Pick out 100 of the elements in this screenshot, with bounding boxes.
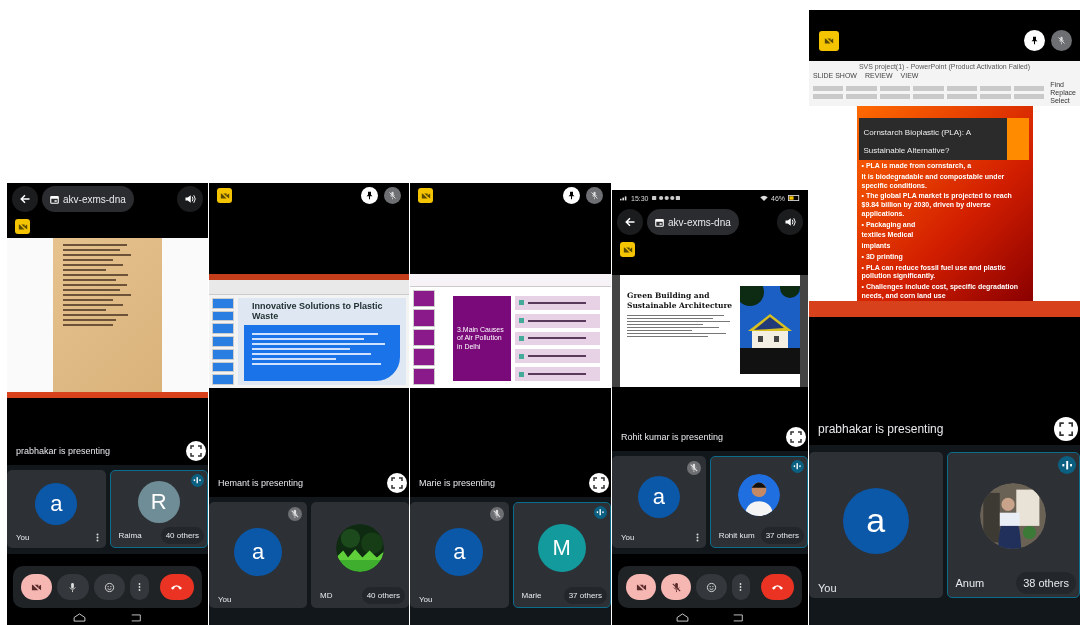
back-arrow-icon	[624, 216, 636, 228]
participant-name: Marie	[521, 591, 542, 600]
others-count[interactable]: 40 others	[160, 527, 204, 544]
speaking-icon	[791, 460, 804, 473]
fullscreen-button[interactable]	[589, 473, 609, 493]
camera-off-icon	[31, 581, 43, 593]
end-call-button[interactable]	[159, 574, 194, 600]
participant-tile[interactable]: R Raima 40 others	[109, 470, 208, 548]
fullscreen-button[interactable]	[186, 441, 206, 461]
smiley-icon	[103, 581, 115, 593]
speaking-icon	[594, 506, 607, 519]
pin-button[interactable]	[563, 187, 580, 204]
participant-tile[interactable]: a You	[410, 502, 509, 608]
slide-title: Cornstarch Bioplastic (PLA): A Sustainable Alternative?	[863, 128, 971, 155]
participant-name: MD	[320, 591, 333, 600]
participant-name: Raima	[118, 531, 142, 540]
home-icon	[73, 613, 86, 622]
presenter-label: prabhakar is presenting	[16, 446, 112, 456]
participant-tile[interactable]: a You	[209, 502, 307, 608]
notification-icons	[651, 195, 680, 201]
smiley-icon	[706, 581, 718, 593]
avatar: a	[637, 475, 680, 518]
fullscreen-icon	[1058, 421, 1074, 437]
meeting-code-button[interactable]: akv-exms-dna	[42, 186, 134, 212]
back-icon	[129, 613, 142, 622]
speaking-icon	[191, 474, 204, 487]
speaking-icon	[1058, 456, 1076, 474]
back-arrow-icon	[19, 193, 31, 205]
participant-name: You	[818, 582, 837, 594]
more-vert-icon	[96, 532, 99, 542]
microphone-button[interactable]	[57, 574, 89, 600]
fullscreen-icon	[790, 431, 802, 443]
speaker-icon	[784, 216, 796, 228]
presenter-label: Marie is presenting	[419, 478, 497, 488]
avatar: a	[435, 528, 484, 576]
participant-tile[interactable]: a You	[612, 456, 706, 548]
pin-button[interactable]	[1024, 30, 1045, 51]
participant-name: You	[218, 595, 232, 604]
camera-off-icon	[620, 242, 635, 257]
speaker-icon	[184, 193, 196, 205]
back-button[interactable]	[12, 186, 38, 212]
camera-off-icon	[217, 188, 232, 203]
camera-off-icon	[819, 30, 839, 51]
fullscreen-icon	[391, 477, 403, 489]
participant-tile[interactable]: MD 40 others	[311, 502, 409, 608]
meeting-code-button[interactable]: akv-exms-dna	[647, 209, 739, 235]
back-icon	[732, 613, 744, 622]
wifi-icon	[760, 195, 768, 201]
speaker-button[interactable]	[177, 186, 203, 212]
speaker-button[interactable]	[777, 209, 803, 235]
phone-hangup-icon	[170, 583, 184, 591]
more-vert-icon	[739, 582, 743, 592]
fullscreen-button[interactable]	[1054, 417, 1078, 441]
phone-hangup-icon	[770, 583, 784, 591]
participant-tile[interactable]: a You	[809, 452, 943, 598]
participant-tile[interactable]: Anum 38 others	[946, 452, 1080, 598]
emoji-button[interactable]	[696, 574, 727, 600]
participant-name: You	[16, 532, 30, 542]
participant-name: You	[419, 595, 433, 604]
signal-icon	[620, 195, 628, 201]
calendar-icon	[50, 194, 59, 204]
camera-off-button[interactable]	[626, 574, 657, 600]
others-count[interactable]: 38 others	[1016, 572, 1076, 594]
microphone-button[interactable]	[661, 574, 692, 600]
participant-tile[interactable]: M Marie 37 others	[512, 502, 611, 608]
camera-off-icon	[15, 219, 30, 234]
end-call-button[interactable]	[760, 574, 794, 600]
avatar: a	[234, 528, 282, 576]
microphone-icon	[670, 581, 682, 593]
participant-name: You	[621, 532, 635, 542]
presenter-label: Rohit kumar is presenting	[621, 432, 725, 442]
accent-block	[1006, 118, 1029, 160]
presenter-label: prabhakar is presenting	[818, 422, 945, 436]
back-button[interactable]	[617, 209, 643, 235]
slide-title: Innovative Solutions to Plastic Waste	[251, 302, 384, 322]
avatar: R	[137, 481, 180, 523]
pin-icon	[365, 191, 374, 200]
mic-off-icon	[384, 187, 401, 204]
others-count[interactable]: 37 others	[760, 527, 804, 544]
avatar: a	[842, 487, 909, 554]
home-button[interactable]	[674, 612, 690, 623]
participant-tile[interactable]: Rohit kum 37 others	[709, 456, 808, 548]
camera-off-button[interactable]	[21, 574, 53, 600]
pin-icon	[1030, 36, 1039, 45]
calendar-icon	[655, 217, 664, 227]
others-count[interactable]: 37 others	[563, 587, 607, 604]
fullscreen-button[interactable]	[786, 427, 806, 447]
participant-name: Rohit kum	[718, 531, 755, 540]
emoji-button[interactable]	[93, 574, 125, 600]
battery-icon	[788, 195, 800, 201]
pin-button[interactable]	[361, 187, 378, 204]
fullscreen-button[interactable]	[387, 473, 407, 493]
participant-name: Anum	[955, 577, 985, 589]
participant-tile[interactable]: a You	[7, 470, 106, 548]
home-button[interactable]	[71, 612, 88, 623]
more-vert-icon	[137, 582, 141, 592]
others-count[interactable]: 40 others	[361, 587, 405, 604]
camera-off-icon	[635, 581, 647, 593]
more-vert-icon	[696, 532, 700, 542]
fullscreen-icon	[190, 445, 202, 457]
